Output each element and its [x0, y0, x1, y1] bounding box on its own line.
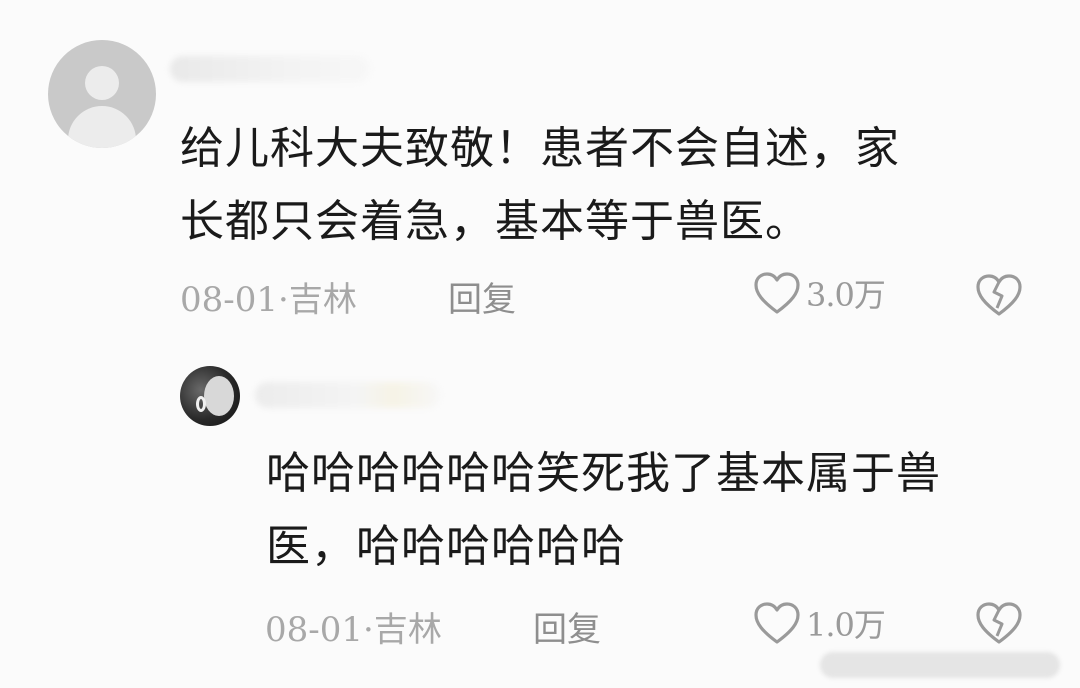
heart-outline-icon: [754, 272, 800, 314]
heart-outline-icon: [754, 602, 800, 644]
avatar-head-shape: [85, 66, 119, 100]
comment-text-line: 长都只会着急，基本等于兽医。: [180, 196, 810, 247]
broken-heart-icon: [976, 602, 1022, 644]
like-button[interactable]: 1.0万: [752, 600, 886, 646]
reply-button[interactable]: 回复: [448, 272, 516, 321]
comment-text-line: 哈哈哈哈哈哈笑死我了基本属于兽: [266, 448, 941, 499]
comment-date-location: 08-01·吉林: [180, 280, 357, 320]
reply-button[interactable]: 回复: [533, 602, 601, 651]
blurred-username[interactable]: [255, 382, 440, 408]
blurred-username[interactable]: [170, 56, 370, 82]
comment-date-location: 08-01·吉林: [265, 610, 442, 650]
comment-thread: 给儿科大夫致敬！患者不会自述，家 长都只会着急，基本等于兽医。 08-01·吉林…: [0, 0, 1080, 688]
comment-text: 哈哈哈哈哈哈笑死我了基本属于兽 医，哈哈哈哈哈哈: [266, 437, 1056, 583]
default-user-avatar[interactable]: [48, 40, 156, 148]
like-count: 3.0万: [806, 276, 886, 314]
comment-text-line: 给儿科大夫致敬！患者不会自述，家: [180, 123, 900, 174]
avatar-face-shape: [204, 376, 234, 416]
dislike-button[interactable]: [975, 272, 1023, 322]
dislike-button[interactable]: [975, 600, 1023, 650]
blurred-watermark: [820, 652, 1060, 678]
comment-text: 给儿科大夫致敬！患者不会自述，家 长都只会着急，基本等于兽医。: [180, 112, 1020, 258]
like-button[interactable]: 3.0万: [752, 270, 886, 316]
like-count: 1.0万: [806, 606, 886, 644]
avatar-body-shape: [68, 106, 136, 148]
user-photo-avatar[interactable]: [180, 366, 240, 426]
broken-heart-icon: [976, 274, 1022, 316]
avatar-earring-shape: [196, 396, 206, 412]
comment-text-line: 医，哈哈哈哈哈哈: [266, 521, 626, 572]
